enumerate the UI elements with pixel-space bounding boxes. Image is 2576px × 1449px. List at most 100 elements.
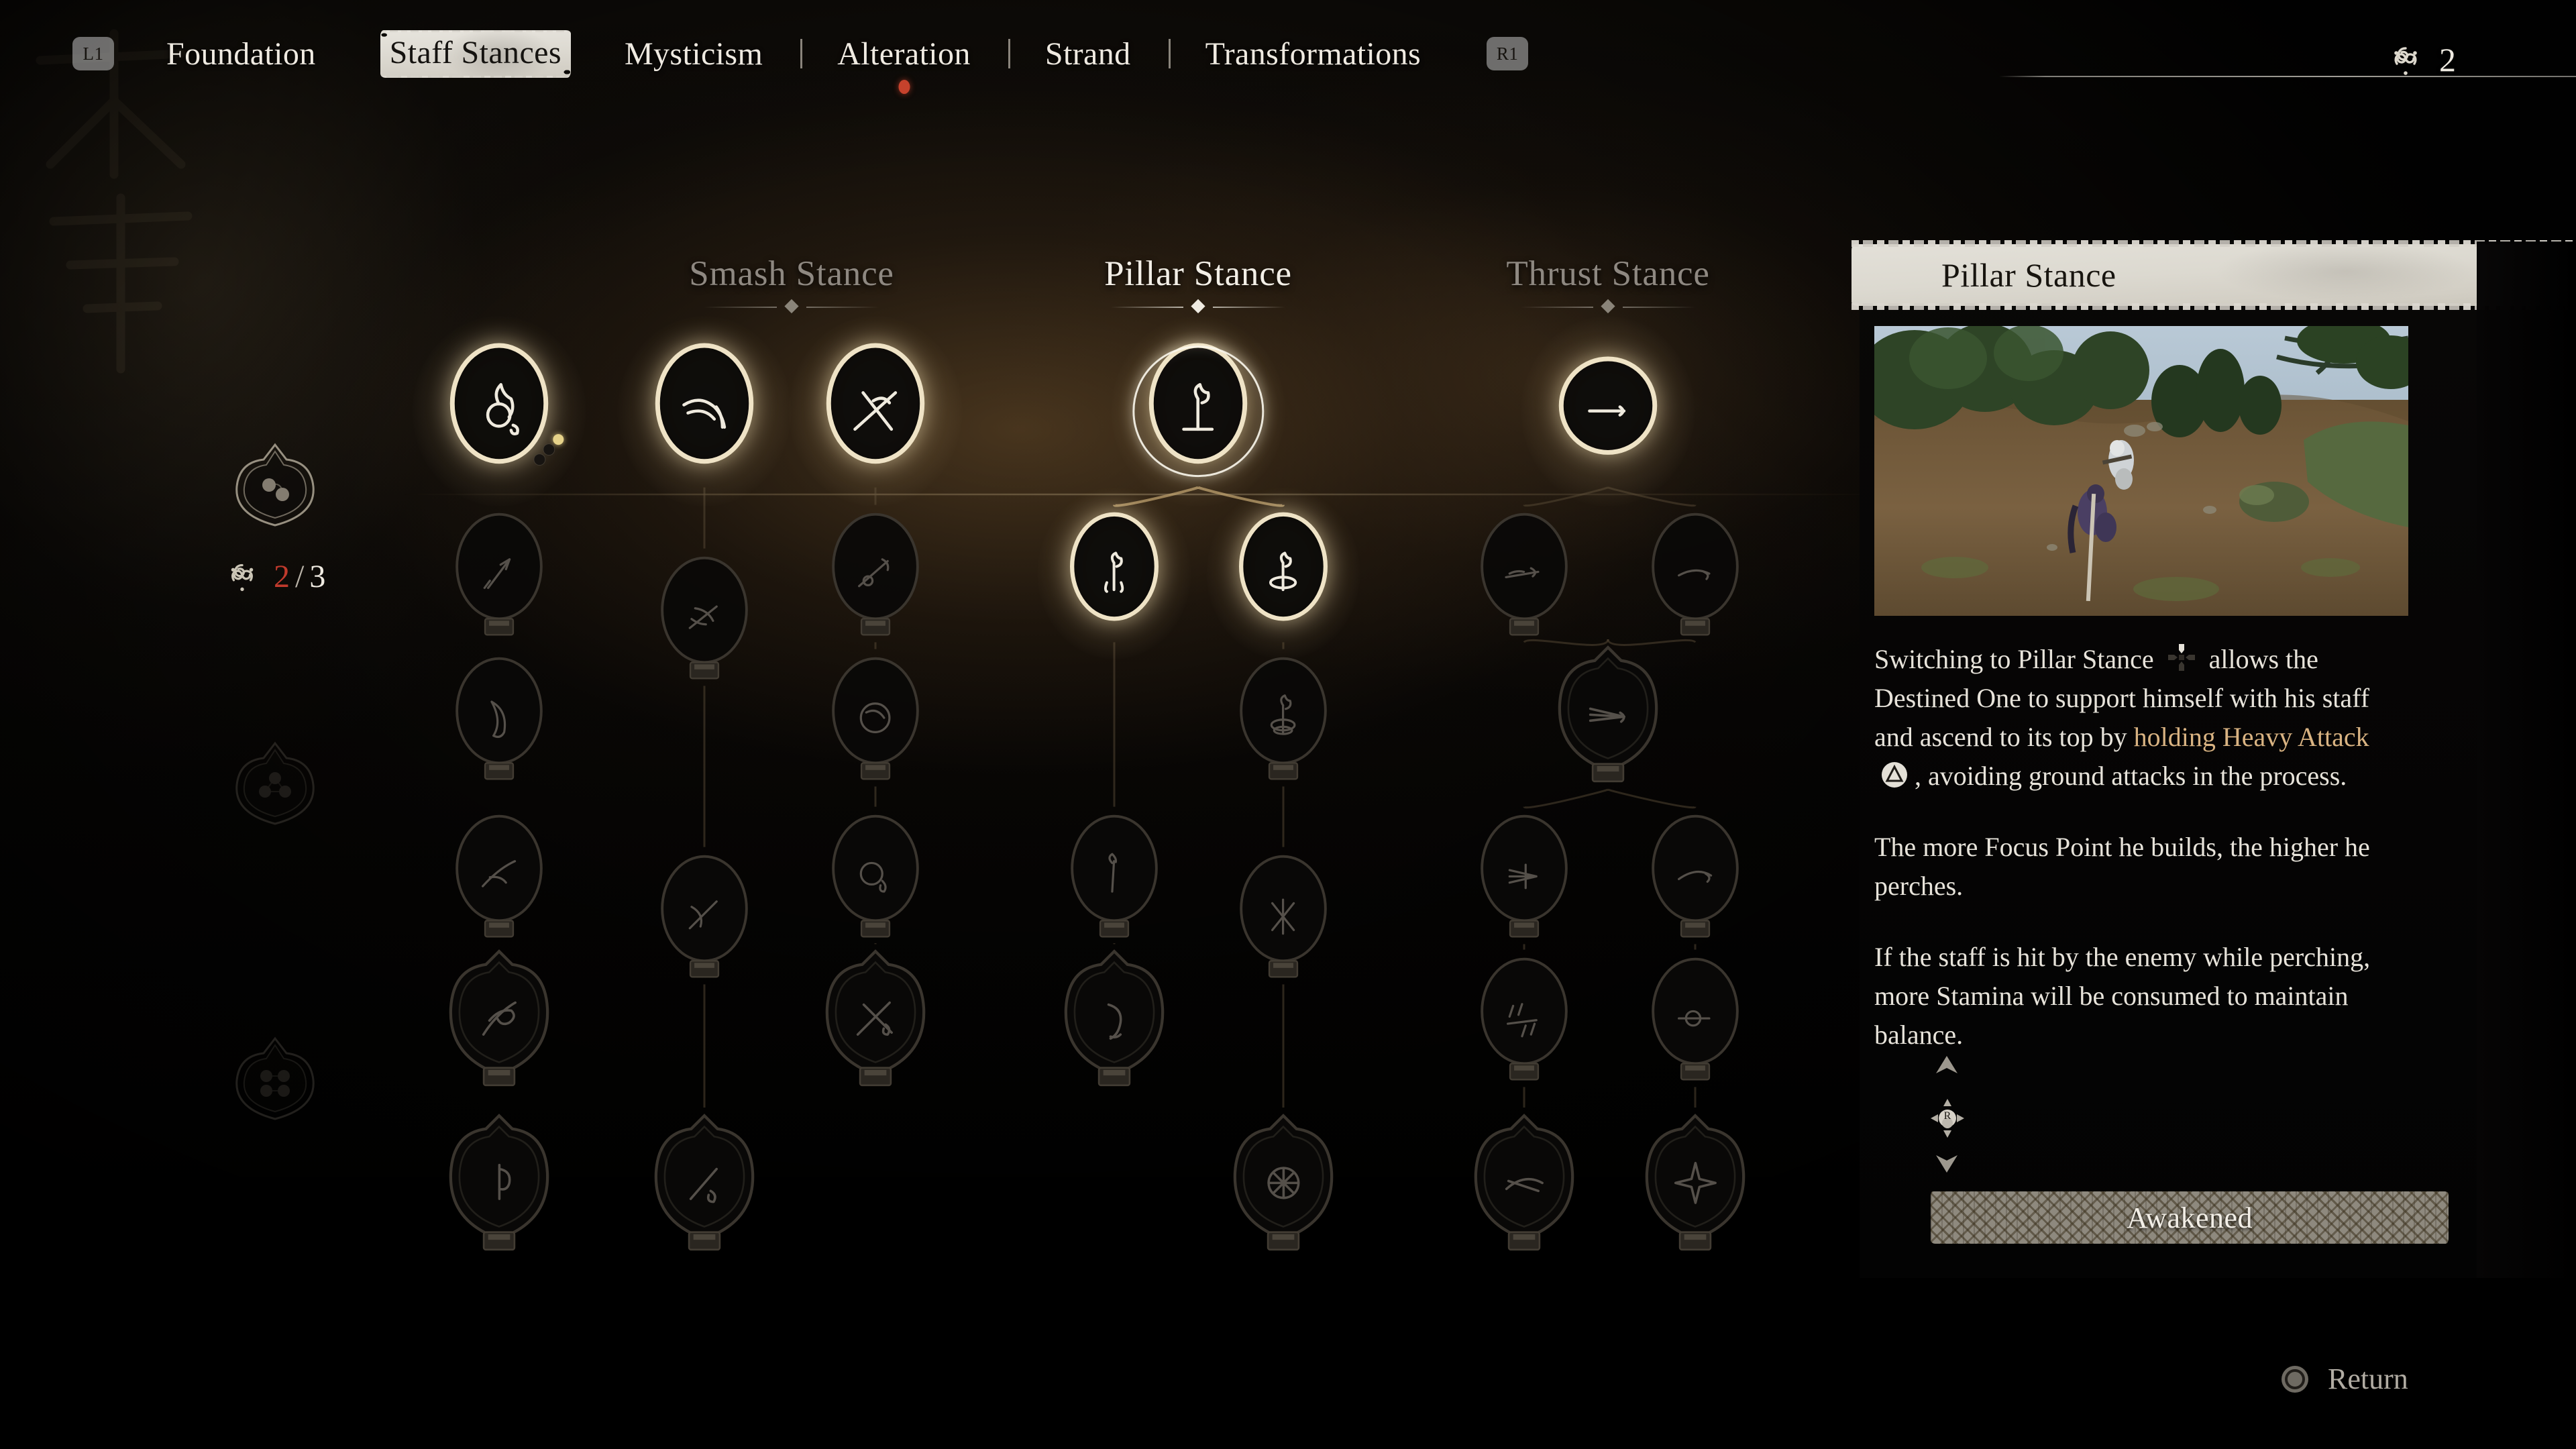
skill-node-smash-c2[interactable] bbox=[822, 653, 928, 784]
skill-detail-panel: Pillar Stance Switching to Pillar Stance… bbox=[1851, 240, 2576, 1278]
skill-node-thrust-l5[interactable] bbox=[1465, 1112, 1583, 1254]
skill-node-grid bbox=[0, 0, 1905, 1315]
skill-node-thrust-r4[interactable] bbox=[1642, 953, 1748, 1084]
skill-node-pillar-r3[interactable] bbox=[1230, 851, 1336, 981]
pillar-cross-glyph bbox=[1254, 884, 1311, 948]
skill-node-smash-a2[interactable] bbox=[788, 315, 963, 506]
needle-curve-glyph bbox=[1666, 844, 1723, 908]
needle-arc-glyph bbox=[1666, 542, 1723, 606]
skill-node-thrust-root[interactable] bbox=[1521, 315, 1695, 506]
description-paragraph-1: Switching to Pillar Stance allows the De… bbox=[1874, 640, 2371, 796]
skill-node-thrust-r5[interactable] bbox=[1636, 1112, 1754, 1254]
detail-panel-title: Pillar Stance bbox=[1941, 256, 2116, 294]
spark-underline bbox=[1999, 76, 2576, 77]
skill-tree-screen: L1 Foundation Staff Stances Mysticism Altera… bbox=[0, 0, 2576, 1449]
node-rank-pip bbox=[533, 454, 545, 466]
skill-node-smash-root[interactable] bbox=[412, 315, 586, 506]
skill-node-pillar-l1[interactable] bbox=[1037, 487, 1191, 659]
pillar-strike-glyph bbox=[1085, 844, 1142, 908]
skill-node-thrust-l4[interactable] bbox=[1471, 953, 1577, 1084]
pillar-staff-glyph bbox=[1166, 376, 1231, 446]
skill-node-smash-b0[interactable] bbox=[446, 508, 552, 639]
skill-node-pillar-l3[interactable] bbox=[1055, 947, 1173, 1090]
skill-node-pillar-l2[interactable] bbox=[1061, 810, 1167, 941]
pillar-base-glyph bbox=[1085, 542, 1142, 606]
skill-node-thrust-m2[interactable] bbox=[1549, 643, 1667, 786]
scroll-down-arrow-icon[interactable] bbox=[1933, 1152, 1960, 1175]
skill-node-pillar-r4[interactable] bbox=[1224, 1112, 1342, 1254]
description-paragraph-2: The more Focus Point he builds, the high… bbox=[1874, 828, 2371, 906]
staff-thrust-glyph bbox=[470, 542, 527, 606]
skill-node-smash-a1[interactable] bbox=[617, 315, 792, 506]
skill-node-pillar-root[interactable] bbox=[1111, 315, 1285, 506]
staff-slash-glyph bbox=[847, 542, 904, 606]
staff-swirl-glyph bbox=[672, 376, 737, 446]
orb-swirl-glyph bbox=[847, 686, 904, 750]
description-paragraph-3: If the staff is hit by the enemy while p… bbox=[1874, 938, 2371, 1055]
ringed-needle-glyph bbox=[1666, 987, 1723, 1051]
staff-flame-glyph bbox=[672, 1148, 736, 1218]
skill-node-thrust-l1[interactable] bbox=[1471, 508, 1577, 639]
hook-staff-glyph bbox=[467, 1148, 531, 1218]
scroll-up-arrow-icon[interactable] bbox=[1933, 1053, 1960, 1076]
skill-node-thrust-l3[interactable] bbox=[1471, 810, 1577, 941]
staff-guard-glyph bbox=[676, 586, 733, 649]
pillar-ring-glyph bbox=[1254, 542, 1311, 606]
skill-node-smash-d2[interactable] bbox=[822, 810, 928, 941]
staff-sweep-glyph bbox=[470, 844, 527, 908]
spark-total-counter: 2 bbox=[1999, 34, 2576, 86]
four-point-star-glyph bbox=[1663, 1148, 1727, 1218]
pillar-ring2-glyph bbox=[1254, 686, 1311, 750]
circle-button-icon bbox=[2282, 1365, 2308, 1393]
triskelion-spark-icon bbox=[2394, 47, 2417, 75]
skill-node-smash-d1[interactable] bbox=[651, 851, 757, 981]
rain-needle-glyph bbox=[1495, 987, 1552, 1051]
svg-text:R: R bbox=[1944, 1110, 1951, 1122]
skill-node-smash-e2[interactable] bbox=[816, 947, 934, 1090]
crescent-glyph bbox=[470, 686, 527, 750]
skill-node-smash-c0[interactable] bbox=[446, 653, 552, 784]
node-rank-pip bbox=[552, 434, 564, 445]
skill-node-smash-e0[interactable] bbox=[440, 947, 558, 1090]
skill-node-smash-f0[interactable] bbox=[440, 1112, 558, 1254]
node-rank-pip bbox=[543, 444, 554, 455]
description-text: , avoiding ground attacks in the process… bbox=[1915, 761, 2347, 791]
pillar-wheel-glyph bbox=[1251, 1148, 1315, 1218]
fan-thrust-glyph bbox=[1576, 680, 1640, 749]
skill-node-smash-b2[interactable] bbox=[822, 508, 928, 639]
flame-orb-glyph bbox=[467, 376, 532, 446]
detail-panel-header: Pillar Stance bbox=[1851, 240, 2576, 313]
bow-needle-glyph bbox=[1492, 1148, 1556, 1218]
right-stick-icon[interactable]: R bbox=[1929, 1097, 1966, 1139]
skill-node-thrust-r3[interactable] bbox=[1642, 810, 1748, 941]
staff-spin-glyph bbox=[676, 884, 733, 948]
gameplay-preview-video bbox=[1874, 326, 2408, 616]
skill-node-smash-b1[interactable] bbox=[651, 552, 757, 683]
skill-description: Switching to Pillar Stance allows the De… bbox=[1874, 640, 2371, 1087]
needle-sweep-glyph bbox=[1495, 542, 1552, 606]
pillar-hook-glyph bbox=[1082, 983, 1146, 1053]
crossed-staff-glyph bbox=[843, 376, 908, 446]
description-text: Switching to Pillar Stance bbox=[1874, 644, 2161, 674]
description-highlight: holding Heavy Attack bbox=[2133, 722, 2369, 752]
description-text: If the staff is hit by the enemy while p… bbox=[1874, 942, 2371, 1050]
orb-drop-glyph bbox=[847, 844, 904, 908]
triangle-button-icon bbox=[1882, 762, 1907, 788]
skill-node-smash-d0[interactable] bbox=[446, 810, 552, 941]
awakened-button[interactable]: Awakened bbox=[1931, 1191, 2449, 1244]
panel-right-edge bbox=[2477, 241, 2576, 1278]
serpent-staff-glyph bbox=[467, 983, 531, 1053]
spark-total-value: 2 bbox=[2439, 41, 2456, 78]
skill-node-pillar-r1[interactable] bbox=[1206, 487, 1360, 659]
skill-node-pillar-r2[interactable] bbox=[1230, 653, 1336, 784]
crossed-blade-flame-glyph bbox=[843, 983, 907, 1053]
skill-node-smash-f1[interactable] bbox=[645, 1112, 763, 1254]
tab-label: Staff Stances bbox=[389, 34, 561, 70]
return-label: Return bbox=[2328, 1362, 2408, 1395]
skill-node-thrust-r1[interactable] bbox=[1642, 508, 1748, 639]
description-text: The more Focus Point he builds, the high… bbox=[1874, 832, 2370, 901]
needle-glyph bbox=[1576, 376, 1641, 446]
return-action[interactable]: Return bbox=[2279, 1362, 2408, 1396]
awakened-button-label: Awakened bbox=[2126, 1201, 2253, 1234]
dpad-icon bbox=[2167, 644, 2195, 671]
